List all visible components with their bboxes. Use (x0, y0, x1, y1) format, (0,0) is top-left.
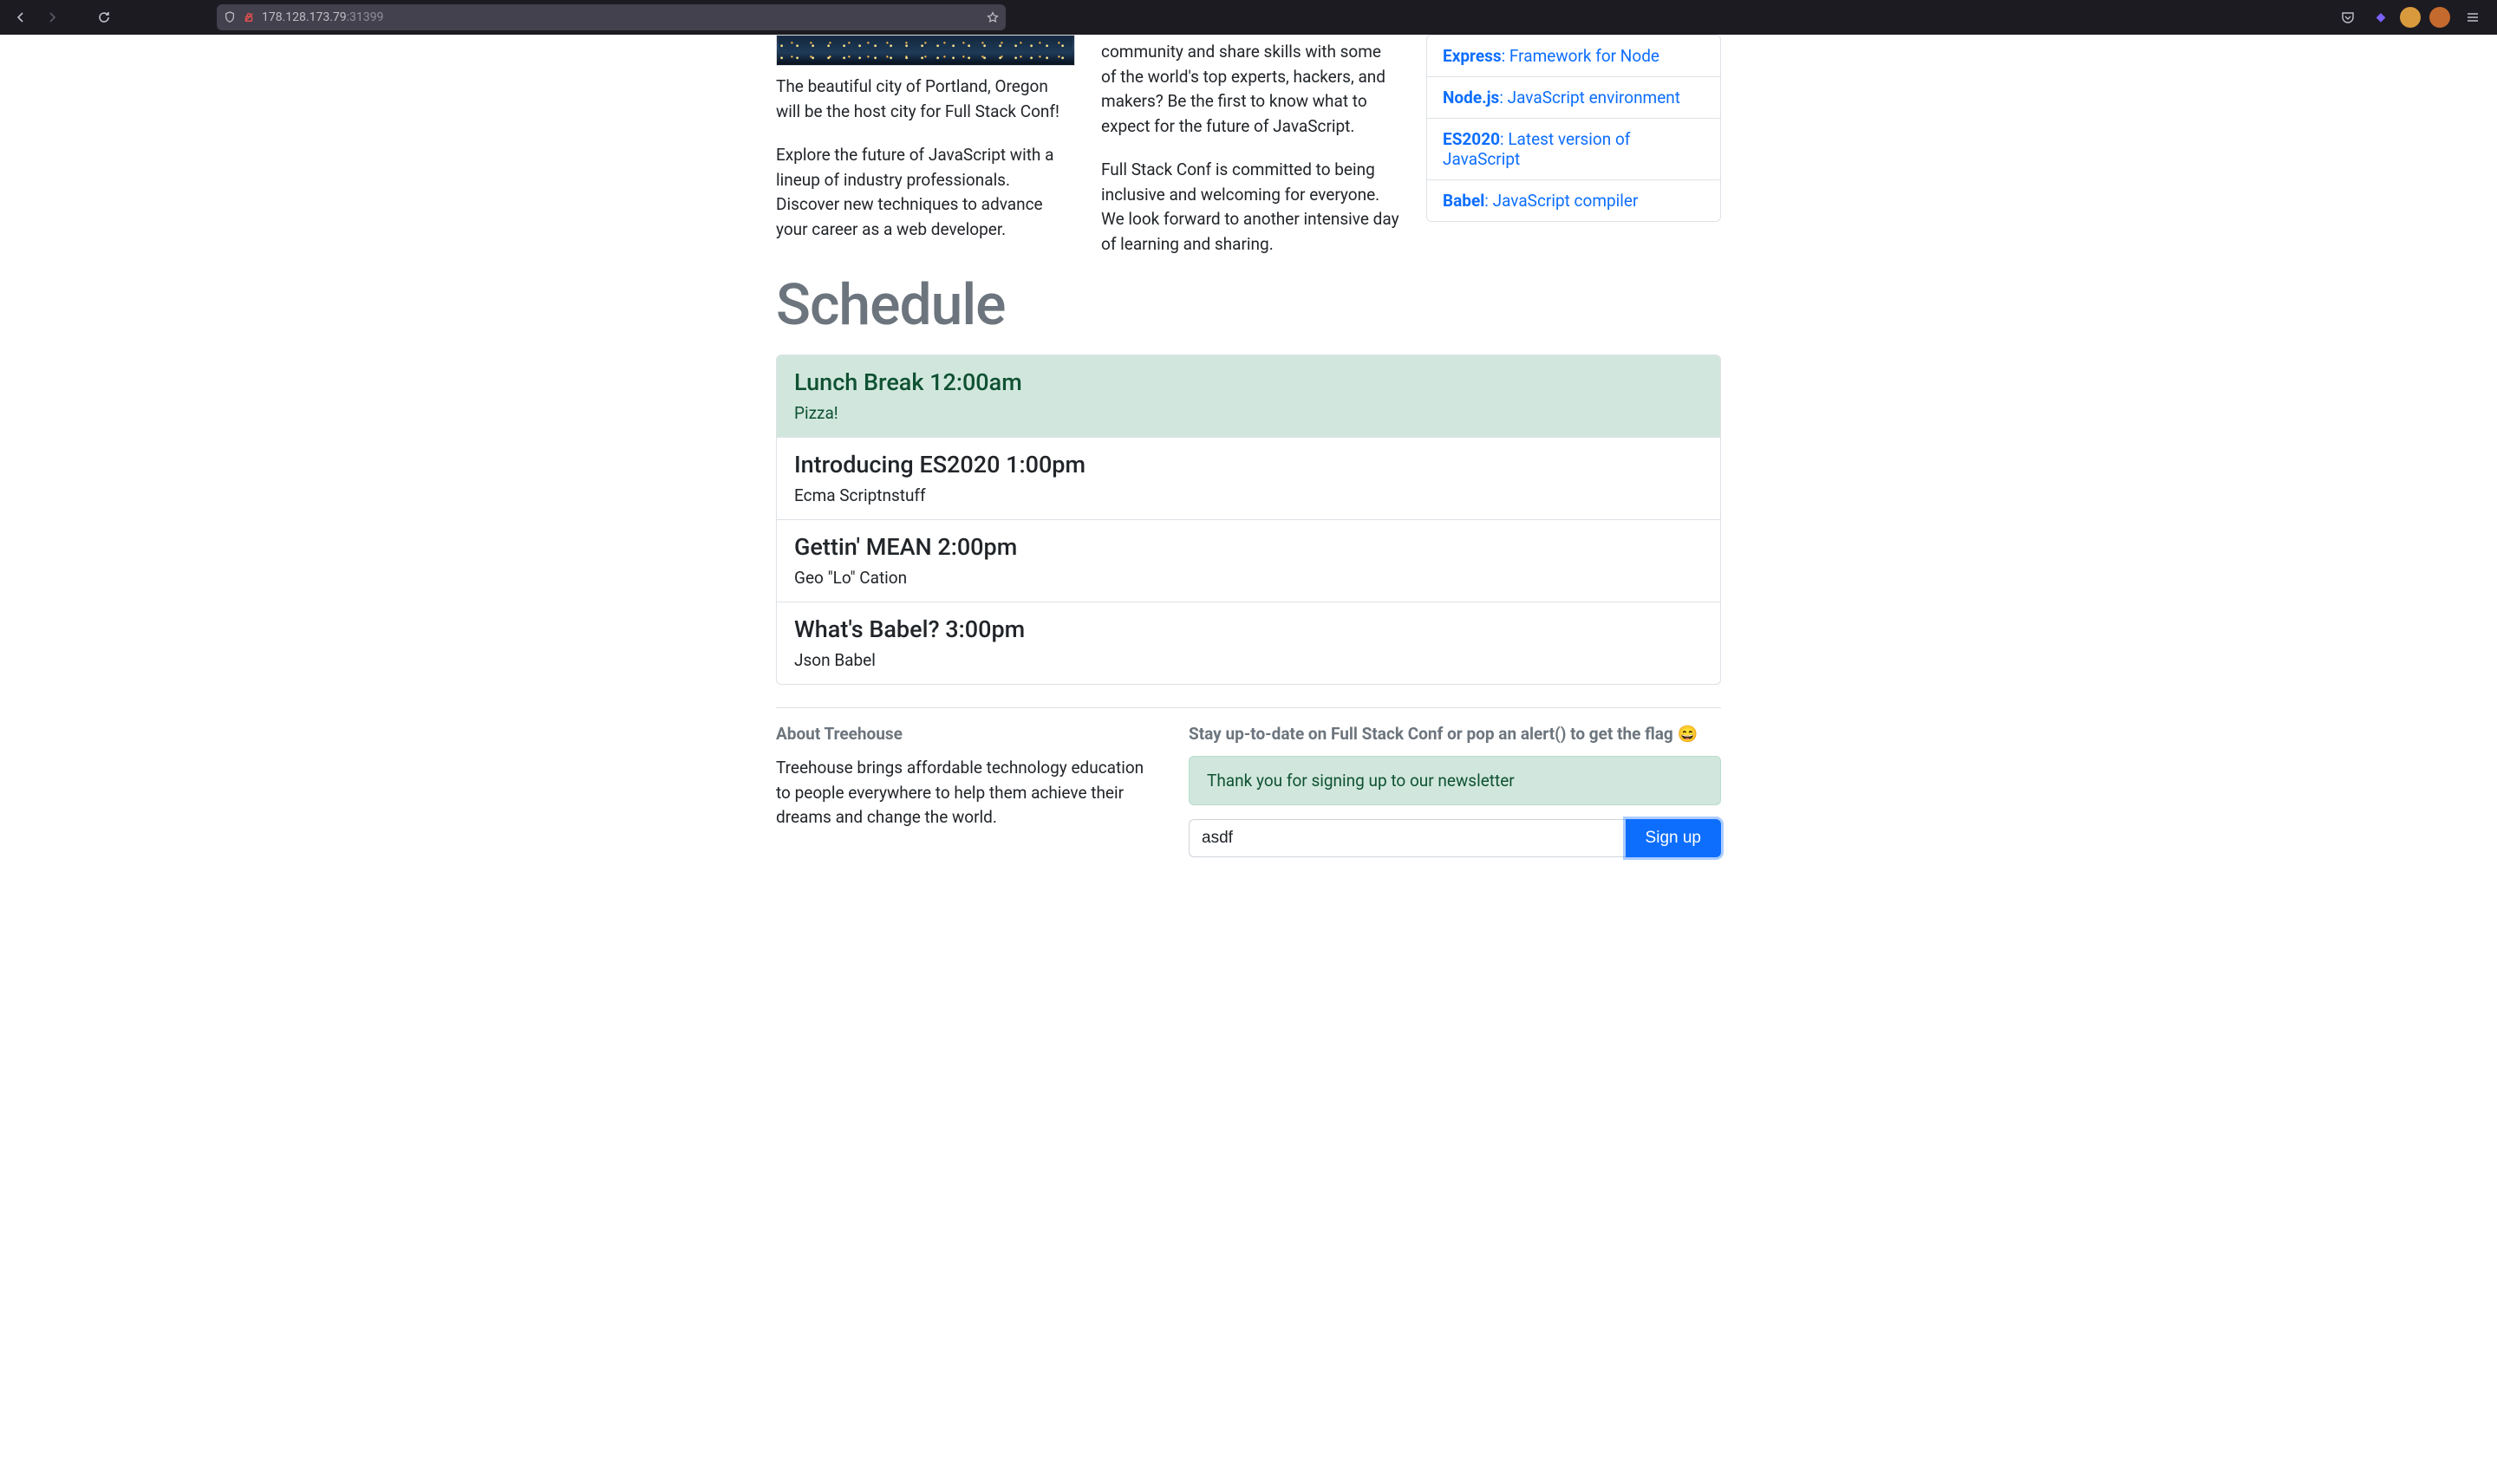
intro-col2-p1: community and share skills with some of … (1101, 40, 1400, 139)
signup-alert: Thank you for signing up to our newslett… (1189, 756, 1721, 805)
schedule-item-title: Lunch Break 12:00am (794, 368, 1703, 398)
url-text: 178.128.173.79:31399 (262, 10, 980, 24)
intro-section: The beautiful city of Portland, Oregon w… (776, 35, 1721, 257)
hero-image (776, 35, 1075, 66)
extension-icon-2[interactable] (2400, 7, 2421, 28)
tech-name: Node.js (1443, 88, 1499, 107)
schedule-item-subtitle: Json Babel (794, 650, 1703, 670)
schedule-item-subtitle: Ecma Scriptnstuff (794, 485, 1703, 505)
schedule-item-title: Introducing ES2020 1:00pm (794, 450, 1703, 480)
bookmark-star-icon[interactable] (987, 11, 999, 23)
reload-button[interactable] (90, 3, 118, 31)
intro-col2-p2: Full Stack Conf is committed to being in… (1101, 158, 1400, 257)
signup-button[interactable]: Sign up (1626, 819, 1721, 857)
shield-icon (224, 11, 236, 23)
schedule-item[interactable]: Gettin' MEAN 2:00pm Geo "Lo" Cation (777, 519, 1720, 602)
extension-icon-3[interactable] (2429, 7, 2450, 28)
schedule-list: Lunch Break 12:00am Pizza! Introducing ES2… (776, 355, 1721, 685)
tech-list-item[interactable]: Express: Framework for Node (1427, 36, 1720, 76)
browser-chrome: 178.128.173.79:31399 ◆ (0, 0, 2497, 35)
schedule-item-subtitle: Geo "Lo" Cation (794, 568, 1703, 588)
hero-caption: The beautiful city of Portland, Oregon w… (776, 75, 1075, 124)
insecure-lock-icon (243, 11, 255, 23)
page-viewport[interactable]: The beautiful city of Portland, Oregon w… (0, 35, 2497, 1484)
tech-link[interactable]: Node.js: JavaScript environment (1443, 88, 1680, 107)
tech-list: Express: Framework for Node Node.js: Java… (1426, 35, 1721, 222)
forward-button[interactable] (38, 3, 66, 31)
schedule-item-title: Gettin' MEAN 2:00pm (794, 532, 1703, 563)
url-bar[interactable]: 178.128.173.79:31399 (217, 4, 1006, 30)
tech-link[interactable]: ES2020: Latest version of JavaScript (1443, 129, 1630, 169)
intro-col1-p2: Explore the future of JavaScript with a … (776, 143, 1075, 242)
tech-name: ES2020 (1443, 129, 1500, 149)
signup-form: Sign up (1189, 819, 1721, 857)
schedule-item-subtitle: Pizza! (794, 403, 1703, 423)
toolbar-right: ◆ (2334, 3, 2490, 31)
schedule-item[interactable]: Introducing ES2020 1:00pm Ecma Scriptnstu… (777, 437, 1720, 519)
tech-list-item[interactable]: Babel: JavaScript compiler (1427, 179, 1720, 221)
pocket-icon[interactable] (2334, 3, 2362, 31)
tech-link[interactable]: Express: Framework for Node (1443, 46, 1659, 66)
footer-section: About Treehouse Treehouse brings afforda… (776, 724, 1721, 857)
about-title: About Treehouse (776, 724, 1157, 744)
tech-list-item[interactable]: ES2020: Latest version of JavaScript (1427, 118, 1720, 179)
tech-name: Babel (1443, 191, 1484, 211)
tech-name: Express (1443, 46, 1502, 66)
tech-link[interactable]: Babel: JavaScript compiler (1443, 191, 1638, 211)
about-body: Treehouse brings affordable technology e… (776, 756, 1157, 830)
tech-list-item[interactable]: Node.js: JavaScript environment (1427, 76, 1720, 118)
schedule-item[interactable]: Lunch Break 12:00am Pizza! (777, 355, 1720, 437)
extension-icon-1[interactable]: ◆ (2370, 7, 2391, 28)
schedule-heading: Schedule (776, 272, 1721, 339)
email-input[interactable] (1189, 819, 1626, 857)
signup-title: Stay up-to-date on Full Stack Conf or po… (1189, 724, 1721, 744)
schedule-item[interactable]: What's Babel? 3:00pm Json Babel (777, 602, 1720, 684)
back-button[interactable] (7, 3, 35, 31)
app-menu-button[interactable] (2459, 3, 2487, 31)
schedule-item-title: What's Babel? 3:00pm (794, 615, 1703, 645)
divider (776, 707, 1721, 708)
